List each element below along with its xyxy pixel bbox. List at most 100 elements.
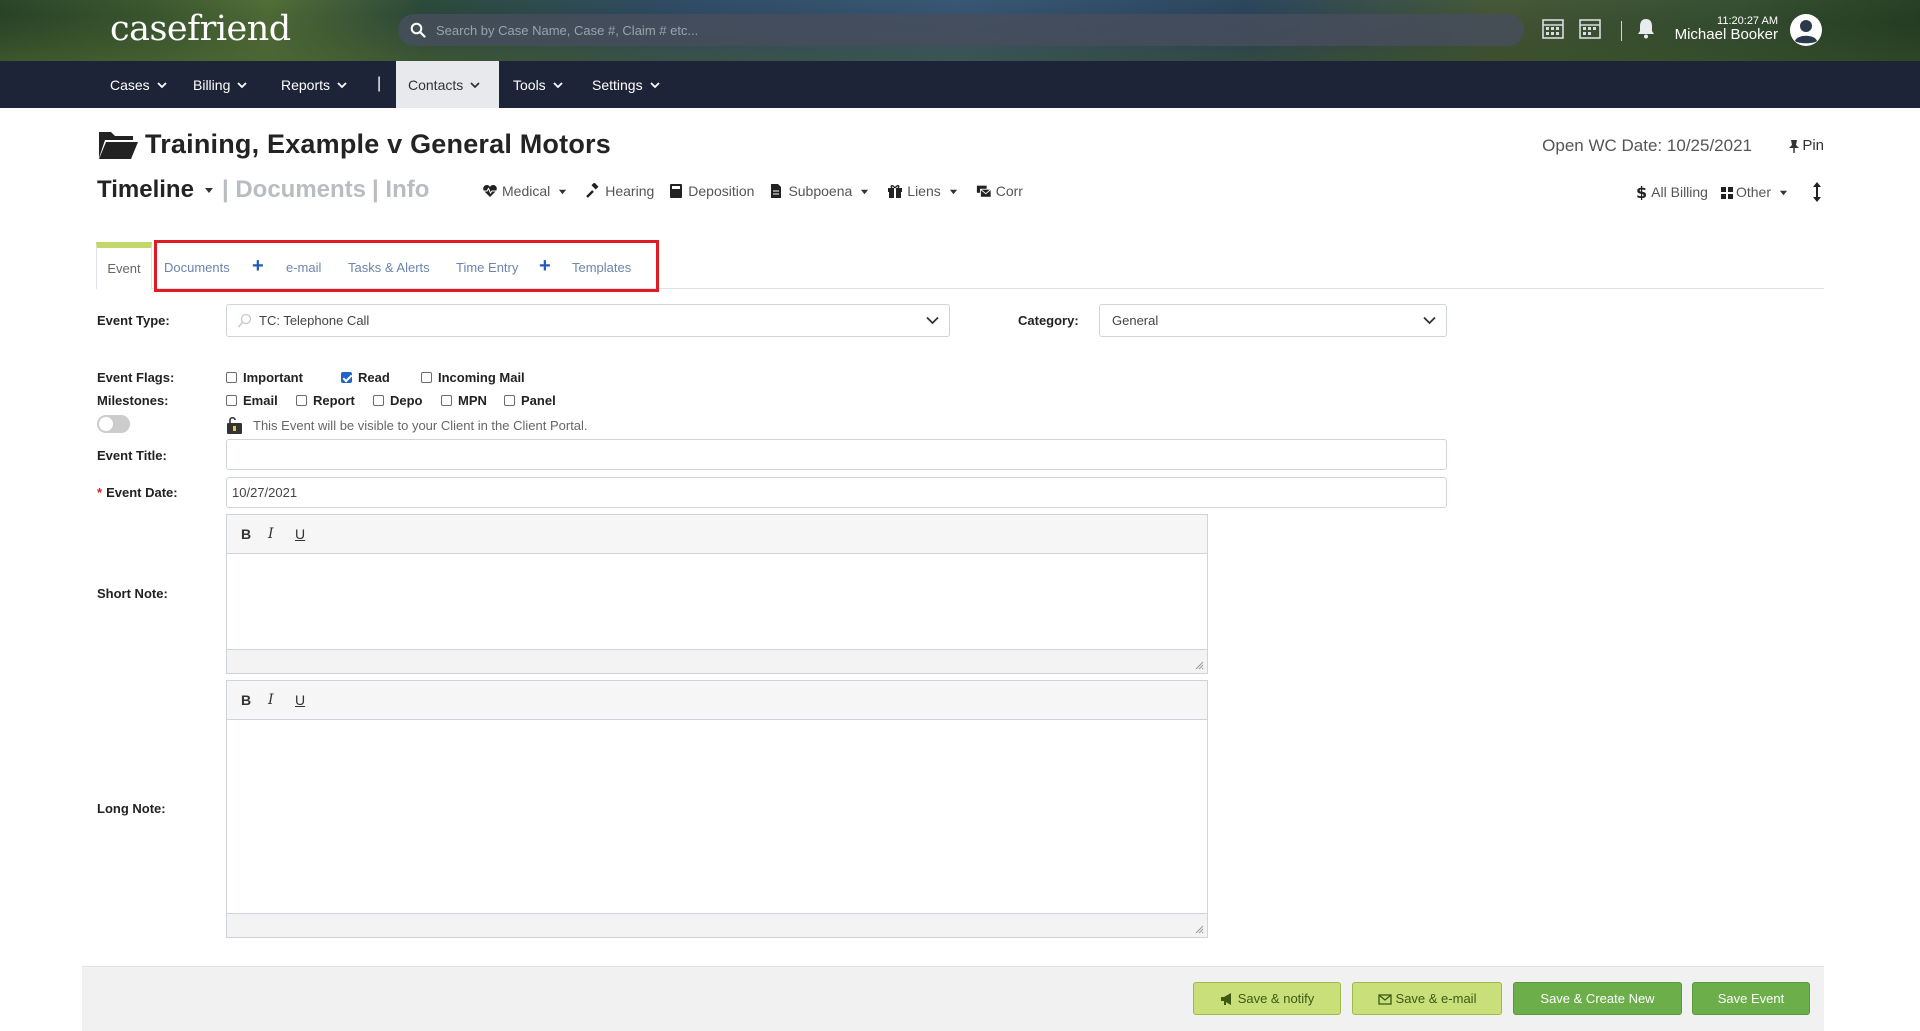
save-create-new-button[interactable]: Save & Create New <box>1513 982 1682 1015</box>
nav-tools-label: Tools <box>513 76 546 93</box>
user-info[interactable]: 11:20:27 AM Michael Booker <box>1675 15 1778 43</box>
client-portal-text: This Event will be visible to your Clien… <box>253 417 588 433</box>
save-email-button[interactable]: Save & e-mail <box>1352 982 1502 1015</box>
nav-billing[interactable]: Billing <box>181 61 259 108</box>
bold-button[interactable]: B <box>241 692 268 708</box>
save-event-button[interactable]: Save Event <box>1692 982 1810 1015</box>
client-portal-notice: This Event will be visible to your Clien… <box>225 415 588 435</box>
underline-button[interactable]: U <box>295 692 322 708</box>
nav-settings[interactable]: Settings <box>580 61 672 108</box>
case-title: Training, Example v General Motors <box>97 128 611 160</box>
checkbox[interactable] <box>226 395 237 406</box>
tab-event[interactable]: Event <box>96 242 152 289</box>
caret-down-icon[interactable] <box>204 185 214 195</box>
milestone-report[interactable]: Report <box>296 393 355 408</box>
open-date-value: 10/25/2021 <box>1666 136 1752 155</box>
event-type-value: TC: Telephone Call <box>259 313 370 328</box>
quick-link-medical-label: Medical <box>502 183 551 199</box>
event-type-select[interactable]: TC: Telephone Call <box>226 304 950 337</box>
pin-button[interactable]: Pin <box>1788 137 1824 154</box>
flag-important-label: Important <box>243 370 303 385</box>
underline-button[interactable]: U <box>295 526 322 542</box>
checkbox[interactable] <box>373 395 384 406</box>
bell-icon <box>1638 19 1654 39</box>
resize-grip-icon[interactable] <box>1195 925 1204 934</box>
quick-link-corr[interactable]: Corr <box>976 183 1023 199</box>
quick-link-liens[interactable]: Liens <box>887 183 961 199</box>
milestone-mpn[interactable]: MPN <box>441 393 487 408</box>
highlight-annotation <box>154 240 659 292</box>
checkbox[interactable] <box>504 395 515 406</box>
short-note-textarea[interactable] <box>227 554 1207 649</box>
flag-read[interactable]: Read <box>341 370 390 385</box>
open-date-label: Open WC Date: <box>1542 136 1663 155</box>
checkbox[interactable] <box>441 395 452 406</box>
save-notify-button[interactable]: Save & notify <box>1193 982 1341 1015</box>
nav-reports[interactable]: Reports <box>269 61 359 108</box>
caret-down-icon <box>949 189 957 194</box>
long-note-label: Long Note: <box>97 801 166 816</box>
documents-tab[interactable]: | Documents <box>222 176 366 204</box>
calendar-week-button[interactable] <box>1578 16 1602 40</box>
arrows-vertical-icon <box>1813 182 1821 202</box>
header-divider <box>1621 21 1622 41</box>
open-date: Open WC Date: 10/25/2021 <box>1542 136 1752 156</box>
italic-button[interactable]: I <box>268 526 295 542</box>
app-logo[interactable]: casefriend <box>110 9 291 49</box>
event-title-input[interactable] <box>226 439 1447 470</box>
quick-links: Medical Hearing Deposition Subpoena Lien… <box>482 183 1037 199</box>
short-note-editor: B I U <box>226 514 1208 674</box>
italic-button[interactable]: I <box>268 692 295 708</box>
save-notify-label: Save & notify <box>1237 991 1315 1006</box>
main-nav: Cases Billing Reports | Contacts Tools S… <box>0 61 1920 108</box>
quick-link-hearing[interactable]: Hearing <box>585 183 654 199</box>
quick-link-medical[interactable]: Medical <box>482 183 571 199</box>
nav-billing-label: Billing <box>193 76 231 93</box>
envelope-icon <box>1377 993 1392 1005</box>
checkbox[interactable] <box>226 372 237 383</box>
flag-important[interactable]: Important <box>226 370 303 385</box>
milestone-email[interactable]: Email <box>226 393 278 408</box>
global-search[interactable] <box>398 14 1524 46</box>
notifications-button[interactable] <box>1636 17 1656 39</box>
expand-toggle[interactable] <box>1812 181 1824 203</box>
flag-incoming-mail[interactable]: Incoming Mail <box>421 370 525 385</box>
nav-tools[interactable]: Tools <box>501 61 575 108</box>
nav-contacts[interactable]: Contacts <box>396 61 499 108</box>
user-avatar-icon[interactable] <box>1789 13 1823 47</box>
search-icon <box>410 22 426 38</box>
event-date-label: Event Date: <box>106 485 178 500</box>
timeline-tab[interactable]: Timeline <box>97 176 194 204</box>
checkbox-checked[interactable] <box>341 372 352 383</box>
other-link[interactable]: Other <box>1720 184 1790 200</box>
event-date-label-wrap: * Event Date: <box>97 485 178 500</box>
milestone-depo[interactable]: Depo <box>373 393 423 408</box>
client-portal-toggle[interactable] <box>97 415 130 433</box>
category-label: Category: <box>1018 313 1079 328</box>
chevron-down-icon <box>1423 316 1436 325</box>
svg-text:$: $ <box>1636 184 1647 200</box>
all-billing-label: All Billing <box>1651 184 1708 200</box>
milestone-panel[interactable]: Panel <box>504 393 556 408</box>
caret-down-icon <box>861 189 869 194</box>
category-select[interactable]: General <box>1099 304 1447 337</box>
nav-separator: | <box>377 75 382 92</box>
event-date-input[interactable]: 10/27/2021 <box>226 477 1447 508</box>
search-input[interactable] <box>436 22 1495 38</box>
all-billing-link[interactable]: $ All Billing <box>1635 184 1708 200</box>
long-note-editor: B I U <box>226 680 1208 938</box>
dollar-icon: $ <box>1636 184 1647 200</box>
quick-link-deposition[interactable]: Deposition <box>668 183 754 199</box>
long-note-textarea[interactable] <box>227 720 1207 913</box>
chevron-down-icon <box>237 81 247 88</box>
quick-link-subpoena[interactable]: Subpoena <box>768 183 873 199</box>
checkbox[interactable] <box>421 372 432 383</box>
gavel-icon <box>586 183 599 198</box>
checkbox[interactable] <box>296 395 307 406</box>
info-tab[interactable]: | Info <box>372 176 429 204</box>
bold-button[interactable]: B <box>241 526 268 542</box>
calendar-button[interactable] <box>1541 16 1565 40</box>
event-type-label: Event Type: <box>97 313 170 328</box>
resize-grip-icon[interactable] <box>1195 661 1204 670</box>
nav-cases[interactable]: Cases <box>98 61 179 108</box>
